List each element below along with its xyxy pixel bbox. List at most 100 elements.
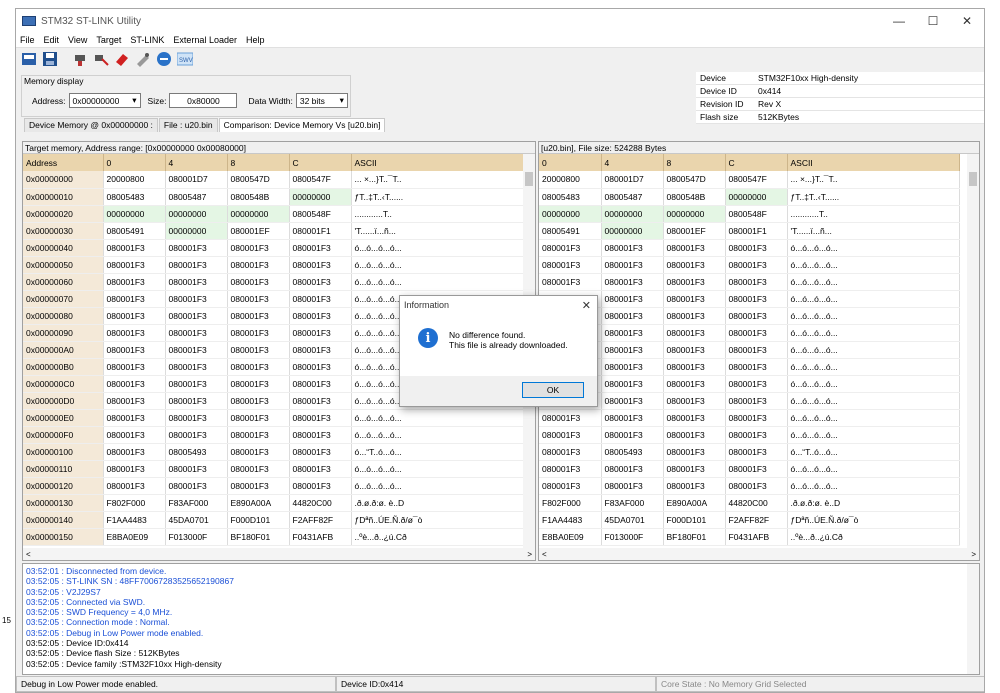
table-row[interactable]: 080001F3080001F3080001F3080001F3ó...ó...…: [539, 460, 960, 478]
tab-file[interactable]: File : u20.bin: [158, 118, 218, 132]
memory-cell: 080001F1: [725, 222, 788, 240]
table-row[interactable]: 080001F3080001F3080001F3080001F3ó...ó...…: [539, 324, 960, 342]
memory-cell: 080001F3: [601, 409, 664, 427]
table-row[interactable]: 08005483 08005487 0800548B 00000000 ƒT..‡T..…: [539, 188, 960, 206]
table-row[interactable]: 0x00000150 E8BA0E09 F013000F BF180F01 F0431A…: [23, 528, 524, 546]
table-row[interactable]: 0x00000010 08005483 08005487 0800548B 000000…: [23, 188, 524, 206]
memory-cell: 080001F3: [289, 290, 352, 308]
table-row[interactable]: 080001F3080001F3080001F3080001F3ó...ó...…: [539, 358, 960, 376]
memory-cell: 00000000: [103, 205, 166, 223]
horizontal-scrollbar[interactable]: < >: [539, 548, 979, 560]
table-row[interactable]: 080001F3080001F3080001F3080001F3ó...ó...…: [539, 307, 960, 325]
close-icon[interactable]: ✕: [582, 299, 591, 312]
core-icon[interactable]: [155, 50, 173, 68]
memory-cell: 080001F3: [227, 375, 290, 393]
memory-cell: E890A00A: [227, 494, 290, 512]
table-row[interactable]: 080001F3080001F3080001F3080001F3ó...ó...…: [539, 426, 960, 444]
minimize-icon[interactable]: —: [882, 14, 916, 28]
table-row[interactable]: 0x00000130 F802F000 F83AF000 E890A00A 44820C…: [23, 494, 524, 512]
table-row[interactable]: 080001F3080001F3080001F3080001F3ó...ó...…: [539, 256, 960, 274]
menu-view[interactable]: View: [68, 35, 87, 45]
close-icon[interactable]: ✕: [950, 14, 984, 28]
memory-cell: E890A00A: [663, 494, 726, 512]
menu-external-loader[interactable]: External Loader: [173, 35, 237, 45]
table-row[interactable]: 080001F3080001F3080001F3080001F3ó...ó...…: [539, 273, 960, 291]
table-row[interactable]: 0x000000E0 080001F3 080001F3 080001F3 080001…: [23, 409, 524, 427]
disconnect-icon[interactable]: [92, 50, 110, 68]
memory-cell: 080001F3: [165, 273, 228, 291]
table-row[interactable]: 0x00000140 F1AA4483 45DA0701 F000D101 F2AFF8…: [23, 511, 524, 529]
table-row[interactable]: 00000000 00000000 00000000 0800548F........…: [539, 205, 960, 223]
menu-target[interactable]: Target: [96, 35, 121, 45]
table-row[interactable]: 080001F3 08005493 080001F3 080001F3 ó...“T..…: [539, 443, 960, 461]
memory-cell: 080001F3: [227, 341, 290, 359]
open-file-icon[interactable]: [20, 50, 38, 68]
memory-cell: 0800548B: [663, 188, 726, 206]
size-input[interactable]: 0x80000: [169, 93, 238, 108]
status-core-state: Core State : No Memory Grid Selected: [656, 676, 984, 692]
swv-icon[interactable]: SWV: [176, 50, 194, 68]
menu-file[interactable]: File: [20, 35, 35, 45]
ok-button[interactable]: OK: [522, 382, 584, 398]
memory-cell: ó...ó...ó...ó...: [787, 477, 960, 495]
program-icon[interactable]: [134, 50, 152, 68]
erase-icon[interactable]: [113, 50, 131, 68]
address-combo[interactable]: 0x00000000 ▾: [68, 93, 141, 108]
table-row[interactable]: 0x00000030 08005491 00000000 080001EF 080001…: [23, 222, 524, 240]
memory-cell: F83AF000: [601, 494, 664, 512]
table-row[interactable]: 080001F3080001F3080001F3080001F3ó...ó...…: [539, 290, 960, 308]
table-row[interactable]: 0x00000020 00000000 00000000 00000000 080054…: [23, 205, 524, 223]
table-row[interactable]: 0x00000110 080001F3 080001F3 080001F3 080001…: [23, 460, 524, 478]
memory-cell: 080001F3: [289, 256, 352, 274]
data-width-select[interactable]: 32 bits ▾: [295, 93, 348, 108]
log-line: 03:52:05 : Device ID:0x414: [26, 638, 129, 649]
table-row[interactable]: 0x000000F0 080001F3 080001F3 080001F3 080001…: [23, 426, 524, 444]
connect-icon[interactable]: [71, 50, 89, 68]
address-cell: 0x00000090: [23, 324, 104, 342]
vertical-scrollbar[interactable]: [967, 154, 979, 548]
table-row[interactable]: E8BA0E09 F013000F BF180F01 F0431AFB ..ºè...ð…: [539, 528, 960, 546]
log-panel[interactable]: 03:52:01 : Disconnected from device. 03:5…: [22, 563, 980, 675]
save-icon[interactable]: [41, 50, 59, 68]
memory-cell: 080001F3: [103, 477, 166, 495]
table-row[interactable]: 080001F3080001F3080001F3080001F3ó...ó...…: [539, 375, 960, 393]
table-row[interactable]: F1AA4483 45DA0701 F000D101 F2AFF82F ƒDªñ..ÚE…: [539, 511, 960, 529]
tab-comparison[interactable]: Comparison: Device Memory Vs [u20.bin]: [218, 118, 386, 132]
memory-cell: 0800547F: [725, 171, 788, 189]
upper-panel: Memory display Address: 0x00000000 ▾ Size…: [16, 70, 984, 132]
menu-st-link[interactable]: ST-LINK: [130, 35, 164, 45]
table-row[interactable]: 0x00000040 080001F3 080001F3 080001F3 080001…: [23, 239, 524, 257]
maximize-icon[interactable]: ☐: [916, 14, 950, 28]
memory-cell: 00000000: [165, 222, 228, 240]
table-row[interactable]: 080001F3080001F3080001F3080001F3ó...ó...…: [539, 477, 960, 495]
memory-cell: ó...“T..ó...ó...: [787, 443, 960, 461]
tab-device-memory[interactable]: Device Memory @ 0x00000000 :: [24, 118, 158, 132]
table-row[interactable]: 0x00000120 080001F3 080001F3 080001F3 080001…: [23, 477, 524, 495]
memory-cell: 20000800: [539, 171, 602, 189]
memory-cell: F013000F: [165, 528, 228, 546]
log-scrollbar[interactable]: [967, 564, 979, 674]
memory-cell: 00000000: [227, 205, 290, 223]
memory-cell: F2AFF82F: [725, 511, 788, 529]
table-row[interactable]: F802F000 F83AF000 E890A00A 44820C00 .ð.ø.ð:ø…: [539, 494, 960, 512]
memory-cell: 080001F3: [539, 477, 602, 495]
table-row[interactable]: 0x00000100 080001F3 08005493 080001F3 080001…: [23, 443, 524, 461]
table-row[interactable]: 0x00000050 080001F3 080001F3 080001F3 080001…: [23, 256, 524, 274]
horizontal-scrollbar[interactable]: < >: [23, 548, 535, 560]
table-row[interactable]: 080001F3080001F3080001F3080001F3ó...ó...…: [539, 239, 960, 257]
table-row[interactable]: 0x00000000 20000800 080001D7 0800547D 080054…: [23, 171, 524, 189]
address-cell: 0x00000150: [23, 528, 104, 546]
menu-edit[interactable]: Edit: [44, 35, 60, 45]
table-row[interactable]: 080001F3080001F3080001F3080001F3ó...ó...…: [539, 341, 960, 359]
memory-cell: 080001F3: [539, 443, 602, 461]
table-row[interactable]: 08005491 00000000 080001EF 080001F1 'T......…: [539, 222, 960, 240]
memory-cell: ƒT..‡T..‹T......: [351, 188, 524, 206]
right-memory-pane[interactable]: [u20.bin], File size: 524288 Bytes 048CA…: [538, 141, 980, 561]
memory-cell: 00000000: [601, 222, 664, 240]
menu-help[interactable]: Help: [246, 35, 265, 45]
title-bar: STM32 ST-LINK Utility — ☐ ✕: [16, 9, 984, 33]
table-row[interactable]: 080001F3080001F3080001F3080001F3ó...ó...…: [539, 409, 960, 427]
table-row[interactable]: 0x00000060 080001F3 080001F3 080001F3 080001…: [23, 273, 524, 291]
table-row[interactable]: 20000800 080001D7 0800547D 0800547F... ×...…: [539, 171, 960, 189]
table-row[interactable]: 080001F3080001F3080001F3080001F3ó...ó...…: [539, 392, 960, 410]
